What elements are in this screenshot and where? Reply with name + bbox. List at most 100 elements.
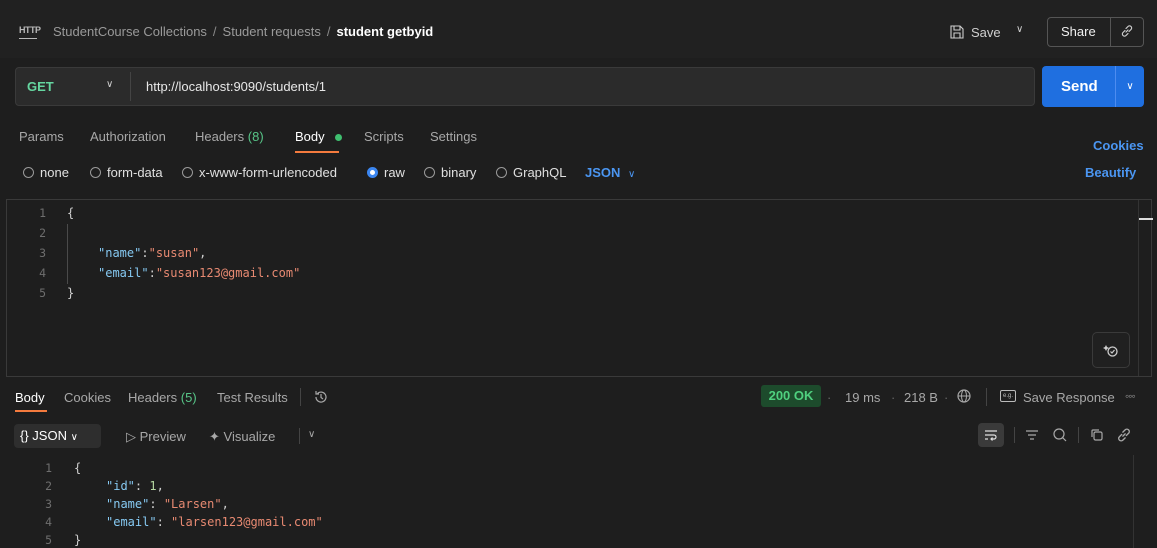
- line-number: 5: [45, 533, 52, 547]
- indent-guide: [67, 224, 68, 284]
- radio-circle: [182, 167, 193, 178]
- divider: [299, 428, 300, 444]
- chevron-down-icon: ∨: [628, 169, 636, 180]
- code-line: }: [67, 286, 75, 300]
- radio-label: binary: [441, 165, 477, 180]
- response-tab-headers[interactable]: Headers (5): [128, 390, 197, 405]
- divider: [130, 72, 131, 101]
- tab-settings[interactable]: Settings: [430, 129, 477, 144]
- more-icon[interactable]: ◦◦◦: [1125, 389, 1136, 403]
- radio-none[interactable]: none: [23, 165, 69, 180]
- line-number: 1: [45, 461, 52, 475]
- divider: [1078, 427, 1079, 443]
- response-tab-body[interactable]: Body: [15, 390, 45, 405]
- cookies-link[interactable]: Cookies: [1093, 138, 1144, 153]
- line-number: 4: [39, 266, 46, 280]
- radio-circle: [90, 167, 101, 178]
- chevron-down-icon: ∨: [70, 432, 78, 443]
- save-label: Save: [971, 24, 1001, 40]
- visualize-button[interactable]: ✦ Visualize: [209, 429, 275, 445]
- request-name[interactable]: student getbyid: [336, 24, 433, 39]
- editor-scrollbar-track: [1138, 200, 1139, 376]
- radio-label: none: [40, 165, 69, 180]
- tab-headers[interactable]: Headers (8): [195, 129, 264, 144]
- send-button[interactable]: Send ∨: [1042, 66, 1144, 107]
- meta-separator: ·: [891, 390, 896, 405]
- wrap-icon: [985, 430, 997, 441]
- response-time[interactable]: 19 ms: [845, 390, 880, 405]
- tab-headers-label: Headers: [195, 129, 245, 144]
- breadcrumb: StudentCourse Collections / Student reques…: [53, 24, 434, 39]
- response-size[interactable]: 218 B: [904, 390, 938, 405]
- line-number: 5: [39, 286, 46, 300]
- link-icon[interactable]: [1116, 427, 1132, 446]
- radio-form-data[interactable]: form-data: [90, 165, 163, 180]
- scrollbar-thumb[interactable]: [1139, 218, 1153, 220]
- beautify-link[interactable]: Beautify: [1085, 165, 1136, 180]
- response-headers-count: (5): [180, 390, 197, 405]
- http-icon: HTTP: [19, 25, 41, 39]
- response-tab-test-results[interactable]: Test Results: [217, 390, 288, 405]
- line-number: 2: [45, 479, 52, 493]
- radio-graphql[interactable]: GraphQL: [496, 165, 566, 180]
- preview-label: Preview: [139, 429, 186, 444]
- code-line: "name":"susan",: [98, 246, 207, 260]
- search-icon[interactable]: [1052, 427, 1068, 446]
- history-icon[interactable]: [313, 389, 329, 408]
- line-number: 1: [39, 206, 46, 220]
- code-line: {: [74, 461, 82, 475]
- wrap-button[interactable]: [978, 423, 1004, 447]
- tab-authorization[interactable]: Authorization: [90, 129, 166, 144]
- radio-binary[interactable]: binary: [424, 165, 476, 180]
- copy-icon[interactable]: [1089, 427, 1105, 446]
- request-body-editor[interactable]: [6, 199, 1152, 377]
- code-line: {: [67, 206, 75, 220]
- response-tab-cookies[interactable]: Cookies: [64, 390, 111, 405]
- radio-label: form-data: [107, 165, 163, 180]
- code-line: }: [74, 533, 82, 547]
- active-tab-underline: [15, 410, 47, 412]
- save-button[interactable]: Save: [950, 19, 1038, 45]
- line-number: 2: [39, 226, 46, 240]
- radio-circle: [496, 167, 507, 178]
- filter-icon[interactable]: [1024, 427, 1040, 446]
- line-number: 4: [45, 515, 52, 529]
- ai-assist-button[interactable]: [1092, 332, 1130, 368]
- tab-body[interactable]: Body: [295, 129, 325, 144]
- divider: [1014, 427, 1015, 443]
- meta-separator: ·: [827, 390, 832, 405]
- divider: [300, 388, 301, 406]
- radio-label: raw: [384, 165, 405, 180]
- meta-separator: ·: [944, 390, 949, 405]
- tab-scripts[interactable]: Scripts: [364, 129, 404, 144]
- ai-assist-icon: [1103, 345, 1118, 357]
- line-number: 3: [45, 497, 52, 511]
- radio-urlencoded[interactable]: x-www-form-urlencoded: [182, 165, 337, 180]
- chevron-down-icon[interactable]: ∨: [106, 79, 113, 90]
- status-badge: 200 OK: [761, 385, 821, 407]
- save-response-button[interactable]: Save Response: [1023, 390, 1115, 405]
- globe-icon[interactable]: [956, 388, 972, 407]
- radio-circle: [424, 167, 435, 178]
- radio-raw[interactable]: raw: [367, 165, 405, 180]
- url-input[interactable]: [146, 79, 946, 94]
- active-tab-underline: [295, 151, 339, 153]
- chevron-down-icon[interactable]: ∨: [1016, 24, 1023, 35]
- tab-params[interactable]: Params: [19, 129, 64, 144]
- share-button[interactable]: Share: [1047, 17, 1144, 47]
- method-select[interactable]: GET: [27, 79, 54, 94]
- link-icon[interactable]: [1111, 24, 1143, 41]
- code-line: "email": "larsen123@gmail.com": [106, 515, 323, 529]
- response-format-label: {} JSON: [20, 428, 67, 443]
- response-format-select[interactable]: {} JSON ∨: [14, 424, 101, 448]
- editor-scrollbar-track: [1133, 455, 1134, 548]
- radio-label: x-www-form-urlencoded: [199, 165, 337, 180]
- preview-button[interactable]: ▷ Preview: [126, 429, 186, 445]
- breadcrumb-folder[interactable]: Student requests: [223, 24, 321, 39]
- visualize-icon: ✦: [209, 429, 220, 444]
- breadcrumb-collection[interactable]: StudentCourse Collections: [53, 24, 207, 39]
- chevron-down-icon[interactable]: ∨: [1116, 81, 1144, 92]
- body-format-select[interactable]: JSON ∨: [585, 165, 635, 180]
- response-tab-headers-label: Headers: [128, 390, 178, 405]
- chevron-down-icon[interactable]: ∨: [308, 429, 315, 440]
